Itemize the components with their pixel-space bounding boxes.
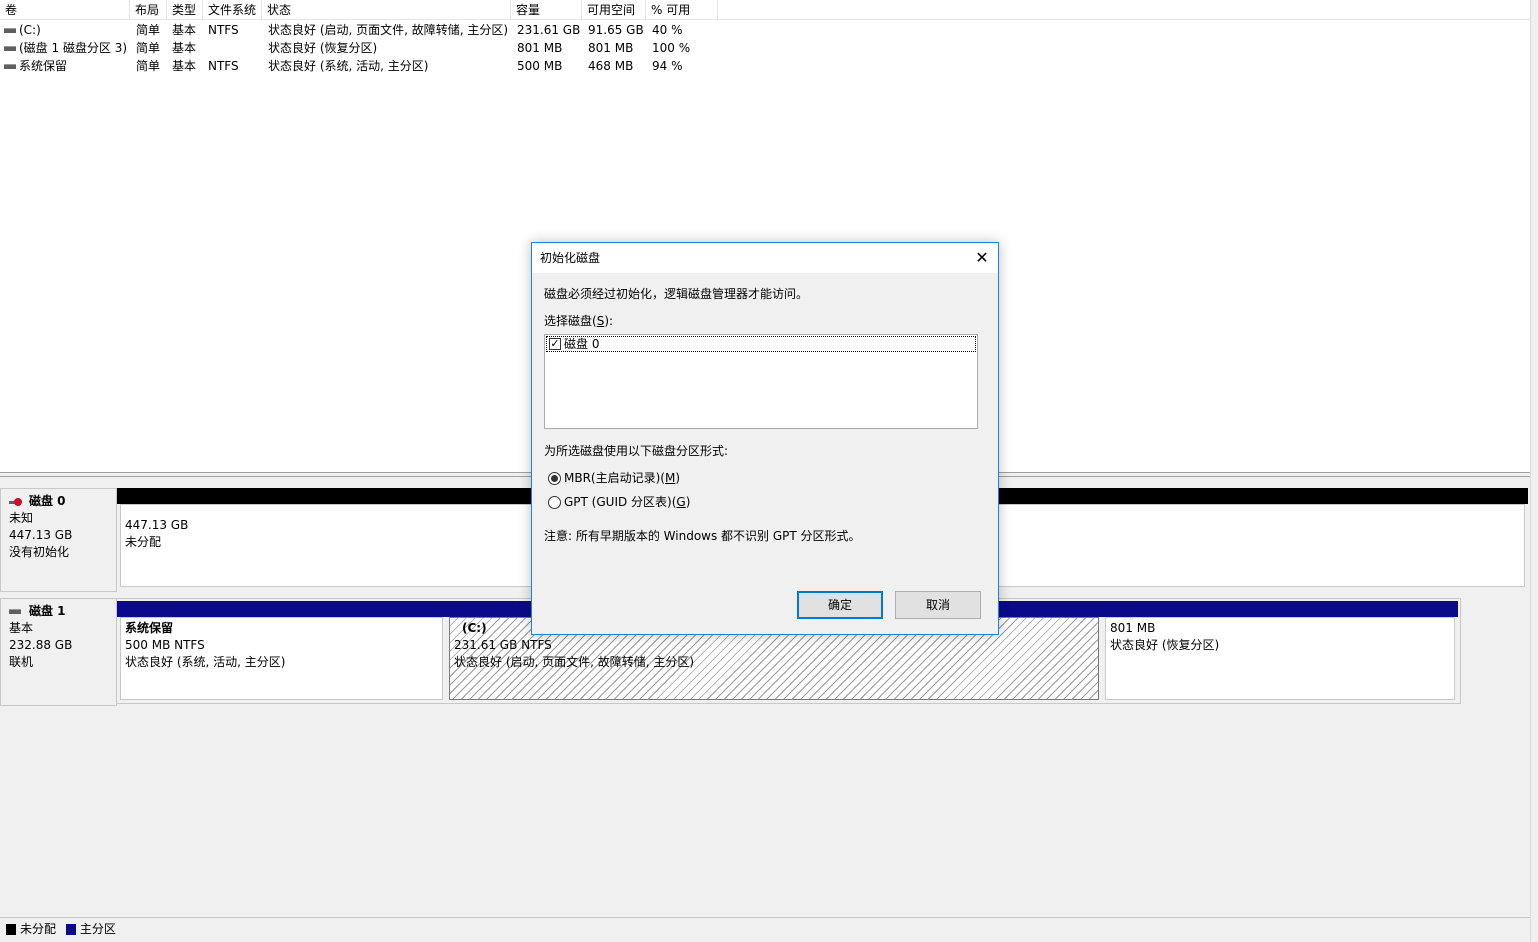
filesystem-cell: NTFS (208, 59, 239, 73)
free-space-cell: 468 MB (588, 59, 634, 73)
gpt-compat-note: 注意: 所有早期版本的 Windows 都不识别 GPT 分区形式。 (544, 529, 861, 543)
gpt-hotkey: G (676, 495, 686, 509)
volume-cell: (磁盘 1 磁盘分区 3) (0, 39, 130, 57)
volume-icon (4, 28, 16, 33)
partition-detail: 500 MB NTFS (125, 638, 205, 652)
type-cell: 基本 (172, 59, 197, 73)
status-cell: 状态良好 (恢复分区) (268, 41, 378, 55)
close-icon[interactable]: ✕ (966, 243, 998, 273)
percent-free-cell: 94 % (652, 59, 683, 73)
disk-0-label[interactable]: 磁盘 0 未知 447.13 GB 没有初始化 (0, 488, 117, 592)
disk-name: 磁盘 1 (29, 604, 66, 618)
column-header-filesystem[interactable]: 文件系统 (203, 0, 262, 20)
legend-label: 主分区 (79, 922, 116, 936)
layout-cell: 简单 (136, 59, 161, 73)
partition-status: 状态良好 (启动, 页面文件, 故障转储, 主分区) (454, 655, 695, 669)
partition-title: 系统保留 (125, 621, 174, 635)
table-row[interactable]: (C:) 简单 基本 NTFS 状态良好 (启动, 页面文件, 故障转储, 主分… (0, 21, 1530, 39)
mbr-radio[interactable] (548, 472, 561, 485)
gpt-radio-option[interactable]: GPT (GUID 分区表)(G) (548, 493, 690, 511)
capacity-cell: 500 MB (517, 59, 563, 73)
ok-button[interactable]: 确定 (797, 591, 883, 619)
select-disk-text: 选择磁盘 (544, 314, 593, 328)
volume-cell: 系统保留 (0, 57, 130, 75)
disk-icon (9, 609, 21, 614)
volume-name: (C:) (19, 23, 41, 37)
status-cell: 状态良好 (启动, 页面文件, 故障转储, 主分区) (268, 23, 509, 37)
mbr-hotkey: M (664, 471, 676, 485)
filesystem-cell: NTFS (208, 23, 239, 37)
partition-body: 系统保留 500 MB NTFS 状态良好 (系统, 活动, 主分区) (120, 617, 443, 700)
volume-cell: (C:) (0, 21, 130, 39)
gpt-label: GPT (GUID 分区表) (564, 495, 672, 509)
layout-cell: 简单 (136, 41, 161, 55)
free-space-cell: 91.65 GB (588, 23, 644, 37)
partition-recovery[interactable]: 801 MB 状态良好 (恢复分区) (1102, 601, 1458, 703)
disk-size: 232.88 GB (9, 638, 73, 652)
gpt-radio[interactable] (548, 496, 561, 509)
capacity-cell: 801 MB (517, 41, 563, 55)
column-header-volume[interactable]: 卷 (0, 0, 130, 20)
dialog-title: 初始化磁盘 (540, 251, 601, 265)
column-header-capacity[interactable]: 容量 (511, 0, 582, 20)
partition-status: 状态良好 (恢复分区) (1110, 638, 1220, 652)
disk-size: 447.13 GB (9, 528, 73, 542)
disk-1-label[interactable]: 磁盘 1 基本 232.88 GB 联机 (0, 598, 117, 706)
volume-name: (磁盘 1 磁盘分区 3) (19, 41, 128, 55)
partition-body: 801 MB 状态良好 (恢复分区) (1105, 617, 1455, 700)
free-space-cell: 801 MB (588, 41, 634, 55)
legend: 未分配 主分区 (0, 917, 1530, 942)
disk-0-checkbox[interactable]: ✓ (549, 338, 561, 350)
primary-bar (117, 601, 446, 617)
cancel-button[interactable]: 取消 (895, 591, 981, 619)
column-header-type[interactable]: 类型 (167, 0, 203, 20)
dialog-intro: 磁盘必须经过初始化，逻辑磁盘管理器才能访问。 (544, 287, 809, 301)
table-row[interactable]: 系统保留 简单 基本 NTFS 状态良好 (系统, 活动, 主分区) 500 M… (0, 57, 1530, 75)
status-cell: 状态良好 (系统, 活动, 主分区) (268, 59, 429, 73)
partition-detail: 231.61 GB NTFS (454, 638, 552, 652)
disk-name: 磁盘 0 (29, 494, 66, 508)
volume-name: 系统保留 (19, 59, 68, 73)
column-header-percent-free[interactable]: % 可用 (646, 0, 718, 20)
disk-kind: 基本 (9, 621, 34, 635)
column-header-layout[interactable]: 布局 (130, 0, 167, 20)
legend-label: 未分配 (20, 922, 57, 936)
percent-free-cell: 40 % (652, 23, 683, 37)
legend-primary: 主分区 (65, 922, 116, 936)
capacity-cell: 231.61 GB (517, 23, 581, 37)
legend-swatch-black (6, 924, 16, 935)
partition-status: 状态良好 (系统, 活动, 主分区) (125, 655, 286, 669)
disk-kind: 未知 (9, 511, 34, 525)
partition-system-reserved[interactable]: 系统保留 500 MB NTFS 状态良好 (系统, 活动, 主分区) (117, 601, 446, 703)
partition-detail: 801 MB (1110, 621, 1156, 635)
table-row[interactable]: (磁盘 1 磁盘分区 3) 简单 基本 状态良好 (恢复分区) 801 MB 8… (0, 39, 1530, 57)
dialog-titlebar[interactable]: 初始化磁盘 ✕ (532, 243, 998, 273)
volume-icon (4, 46, 16, 51)
type-cell: 基本 (172, 23, 197, 37)
percent-free-cell: 100 % (652, 41, 691, 55)
volume-icon (4, 64, 16, 69)
list-item[interactable]: ✓ 磁盘 0 (546, 336, 976, 352)
disk-state: 没有初始化 (9, 545, 70, 559)
column-header-status[interactable]: 状态 (262, 0, 511, 20)
initialize-disk-dialog: 初始化磁盘 ✕ 磁盘必须经过初始化，逻辑磁盘管理器才能访问。 选择磁盘(S): … (531, 242, 999, 635)
primary-bar (1102, 601, 1458, 617)
select-disk-hotkey: S (596, 314, 605, 328)
disk-state: 联机 (9, 655, 34, 669)
disk-listbox[interactable]: ✓ 磁盘 0 (544, 334, 978, 429)
legend-swatch-blue (65, 924, 76, 935)
column-header-free-space[interactable]: 可用空间 (582, 0, 646, 20)
layout-cell: 简单 (136, 23, 161, 37)
mbr-label: MBR(主启动记录) (564, 471, 661, 485)
mbr-radio-option[interactable]: MBR(主启动记录)(M) (548, 469, 680, 487)
select-disk-label: 选择磁盘(S): (544, 314, 614, 328)
partition-style-label: 为所选磁盘使用以下磁盘分区形式: (544, 444, 729, 458)
volume-list-header: 卷 布局 类型 文件系统 状态 容量 可用空间 % 可用 (0, 0, 1530, 20)
legend-unallocated: 未分配 (6, 922, 56, 936)
type-cell: 基本 (172, 41, 197, 55)
disk-item-label: 磁盘 0 (564, 337, 600, 351)
vertical-scrollbar[interactable] (1530, 0, 1538, 942)
disk-error-icon (9, 497, 23, 507)
